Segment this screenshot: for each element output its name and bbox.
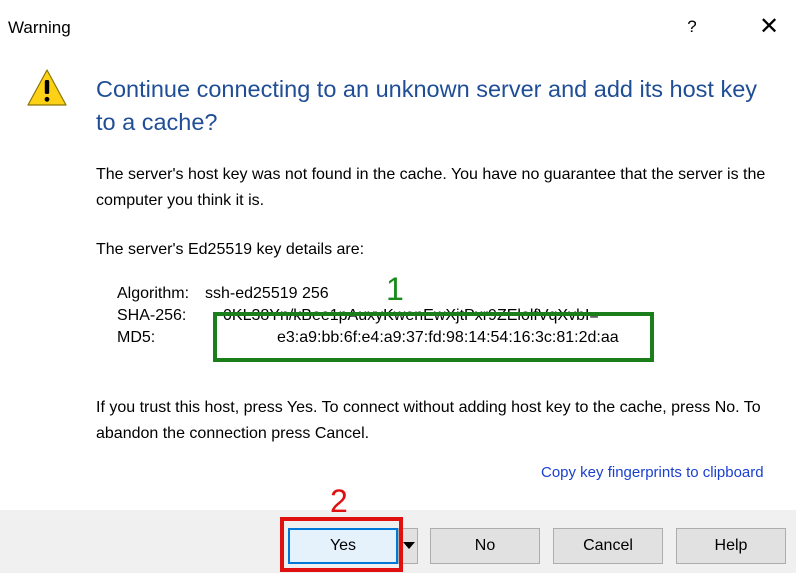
window-title: Warning [8, 18, 71, 37]
instructions-text: If you trust this host, press Yes. To co… [96, 399, 761, 442]
warning-triangle-icon [27, 69, 67, 106]
md5-label: MD5: [117, 329, 156, 346]
cancel-button[interactable]: Cancel [553, 528, 663, 564]
sha256-label: SHA-256: [117, 307, 187, 324]
yes-highlight-box [280, 517, 403, 572]
no-button[interactable]: No [430, 528, 540, 564]
copy-fingerprints-link[interactable]: Copy key fingerprints to clipboard [541, 464, 764, 481]
fingerprint-marker: 1 [386, 271, 404, 307]
title-bar: Warning ? ✕ [0, 0, 796, 58]
key-details-intro: The server's Ed25519 key details are: [96, 241, 365, 258]
algorithm-value: ssh-ed25519 256 [205, 285, 329, 302]
chevron-down-icon [403, 542, 415, 549]
host-key-not-found-text: The server's host key was not found in t… [96, 166, 766, 209]
help-button[interactable]: Help [676, 528, 786, 564]
algorithm-label: Algorithm: [117, 285, 190, 302]
help-title-button[interactable]: ? [677, 12, 707, 42]
dialog-heading: Continue connecting to an unknown server… [96, 76, 758, 135]
fingerprint-highlight-box [213, 312, 654, 362]
yes-marker: 2 [330, 483, 348, 519]
close-button[interactable]: ✕ [752, 12, 786, 42]
